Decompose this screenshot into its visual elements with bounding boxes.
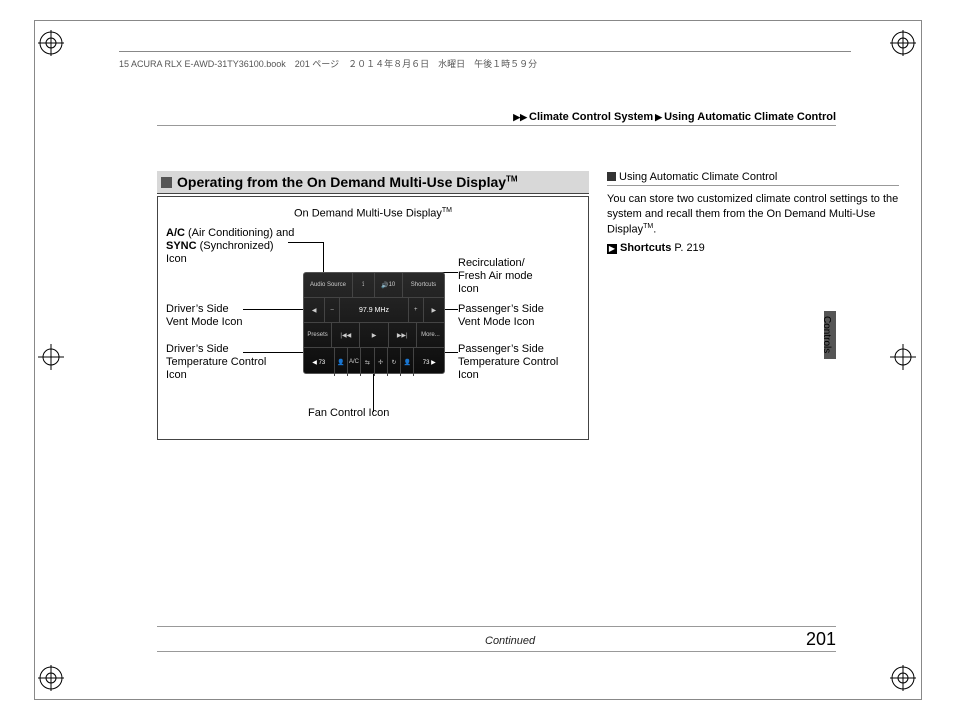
- link-page-ref: P. 219: [674, 242, 704, 254]
- volume-indicator: 🔊10: [375, 273, 403, 297]
- callout-sync-bold: SYNC: [166, 240, 197, 252]
- header-source-line: 15 ACURA RLX E-AWD-31TY36100.book 201 ペー…: [119, 57, 537, 70]
- prev-track-button[interactable]: |◀◀: [332, 323, 360, 347]
- crosshair-target: [890, 344, 916, 370]
- screen-freq-row: ◀ – 97.9 MHz + ▶: [304, 298, 444, 323]
- breadcrumb-page: Using Automatic Climate Control: [664, 111, 836, 123]
- callout-pass-vent: Passenger’s Side Vent Mode Icon: [458, 303, 578, 329]
- fan-icon[interactable]: ✢: [375, 348, 388, 376]
- callout-ac-bold: A/C: [166, 227, 185, 239]
- breadcrumb: ▶▶Climate Control System▶Using Automatic…: [511, 111, 836, 123]
- tm-superscript: TM: [643, 223, 653, 230]
- arrow-icon: ▶▶: [513, 112, 527, 122]
- driver-temp-control[interactable]: ◀ 73: [304, 348, 335, 376]
- callout-driver-temp: Driver’s Side Temperature Control Icon: [166, 343, 286, 383]
- driver-vent-icon[interactable]: 👤: [335, 348, 348, 376]
- header-rule: [119, 51, 851, 52]
- callout-ac-sync: A/C (Air Conditioning) and SYNC (Synchro…: [166, 227, 296, 267]
- callout-fan: Fan Control Icon: [308, 407, 389, 420]
- ac-icon[interactable]: A/C: [348, 348, 361, 376]
- footer-rule: [157, 626, 836, 627]
- continued-label: Continued: [485, 635, 535, 647]
- sidebar-heading-text: Using Automatic Climate Control: [619, 171, 777, 183]
- volume-value: 10: [389, 282, 396, 288]
- figure-box: On Demand Multi-Use DisplayTM A/C (Air C…: [157, 196, 589, 440]
- screen-media-row: Presets |◀◀ ▶ ▶▶| More...: [304, 323, 444, 348]
- figure-title: On Demand Multi-Use DisplayTM: [158, 207, 588, 220]
- callout-pass-temp: Passenger’s Side Temperature Control Ico…: [458, 343, 578, 383]
- audio-source-button[interactable]: Audio Source: [304, 273, 353, 297]
- more-button[interactable]: More...: [417, 323, 444, 347]
- leader-line: [443, 272, 458, 273]
- sidebar-body: You can store two customized climate con…: [607, 192, 899, 256]
- section-heading: Operating from the On Demand Multi-Use D…: [157, 171, 589, 194]
- registration-mark: [38, 30, 64, 56]
- screen-top-row: Audio Source ⟟ 🔊10 Shortcuts: [304, 273, 444, 298]
- callout-recirc: Recirculation/ Fresh Air mode Icon: [458, 257, 578, 297]
- sidebar-period: .: [653, 223, 656, 235]
- link-label: Shortcuts: [620, 242, 671, 254]
- nav-icon[interactable]: ⟟: [353, 273, 375, 297]
- sidebar-column: Using Automatic Climate Control You can …: [607, 171, 899, 256]
- recirc-icon[interactable]: ↻: [388, 348, 401, 376]
- thumb-tab-label: Controls: [821, 316, 832, 353]
- breadcrumb-rule: [157, 125, 836, 126]
- tune-up-button[interactable]: +: [409, 298, 424, 322]
- registration-mark: [38, 665, 64, 691]
- sidebar-heading: Using Automatic Climate Control: [607, 171, 899, 186]
- frequency-readout: 97.9 MHz: [340, 298, 409, 322]
- seek-right-button[interactable]: ▶: [424, 298, 444, 322]
- leader-line: [288, 242, 323, 243]
- sync-icon[interactable]: ⇆: [361, 348, 374, 376]
- next-track-button[interactable]: ▶▶|: [389, 323, 417, 347]
- passenger-temp-control[interactable]: 73 ▶: [414, 348, 444, 376]
- tm-superscript: TM: [442, 207, 452, 214]
- crosshair-target: [38, 344, 64, 370]
- link-arrow-icon: ▶: [607, 244, 617, 254]
- sidebar-link: ▶Shortcuts P. 219: [607, 241, 899, 256]
- footer-rule-2: [157, 651, 836, 652]
- square-bullet-icon: [161, 177, 172, 188]
- odmd-screen: Audio Source ⟟ 🔊10 Shortcuts ◀ – 97.9 MH…: [303, 272, 445, 374]
- tune-down-button[interactable]: –: [325, 298, 340, 322]
- passenger-vent-icon[interactable]: 👤: [401, 348, 414, 376]
- callout-ac-rest: (Air Conditioning) and: [185, 227, 294, 239]
- leader-line: [373, 372, 374, 412]
- callout-driver-vent: Driver’s Side Vent Mode Icon: [166, 303, 286, 329]
- seek-left-button[interactable]: ◀: [304, 298, 325, 322]
- shortcuts-button[interactable]: Shortcuts: [403, 273, 444, 297]
- tm-superscript: TM: [506, 174, 518, 183]
- section-title-text: Operating from the On Demand Multi-Use D…: [177, 174, 506, 190]
- registration-mark: [890, 30, 916, 56]
- screen-climate-row: ◀ 73 👤 A/C ⇆ ✢ ↻ 👤 73 ▶: [304, 348, 444, 376]
- presets-button[interactable]: Presets: [304, 323, 332, 347]
- breadcrumb-section: Climate Control System: [529, 111, 653, 123]
- play-button[interactable]: ▶: [360, 323, 388, 347]
- registration-mark: [890, 665, 916, 691]
- arrow-icon: ▶: [655, 112, 662, 122]
- page-number: 201: [806, 629, 836, 650]
- page-frame: 15 ACURA RLX E-AWD-31TY36100.book 201 ペー…: [34, 20, 922, 700]
- figure-title-text: On Demand Multi-Use Display: [294, 208, 442, 220]
- sidebar-glyph-icon: [607, 172, 616, 181]
